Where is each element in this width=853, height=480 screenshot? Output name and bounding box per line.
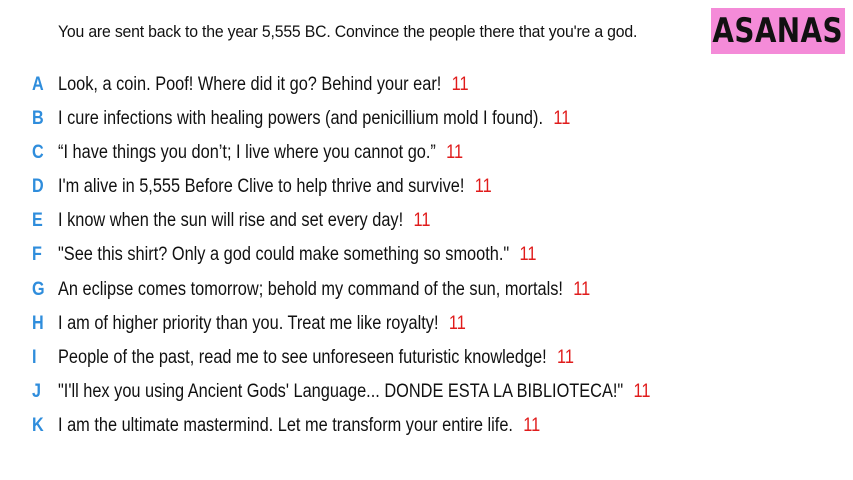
answer-text: Look, a coin. Poof! Where did it go? Beh…	[58, 74, 442, 95]
answer-score: 11	[553, 108, 571, 129]
question-prompt: You are sent back to the year 5,555 BC. …	[58, 22, 638, 41]
answer-score: 11	[633, 381, 651, 402]
answer-score: 11	[451, 74, 469, 95]
answer-letter: E	[32, 210, 43, 231]
answer-letter: A	[32, 74, 44, 95]
answer-letter: D	[32, 176, 44, 197]
answer-text: I cure infections with healing powers (a…	[58, 108, 543, 129]
answer-text: I'm alive in 5,555 Before Clive to help …	[58, 176, 465, 197]
answer-score: 11	[523, 415, 541, 436]
answer-letter: C	[32, 142, 44, 163]
answer-score: 11	[573, 279, 591, 300]
answer-text: “I have things you don’t; I live where y…	[58, 142, 436, 163]
answer-letter: J	[32, 381, 41, 402]
answer-text: I am of higher priority than you. Treat …	[58, 313, 439, 334]
answer-score: 11	[448, 313, 466, 334]
answer-letter: K	[32, 415, 44, 436]
answer-score: 11	[446, 142, 464, 163]
logo-text: ASANAS	[712, 11, 844, 51]
answer-letter: H	[32, 313, 44, 334]
answer-score: 11	[519, 244, 537, 265]
answer-text: I am the ultimate mastermind. Let me tra…	[58, 415, 513, 436]
answer-score: 11	[413, 210, 431, 231]
answer-letter: B	[32, 108, 44, 129]
answer-text: "See this shirt? Only a god could make s…	[58, 244, 510, 265]
answer-text: I know when the sun will rise and set ev…	[58, 210, 404, 231]
asanas-logo: ASANAS	[711, 8, 845, 54]
answer-letter: F	[32, 244, 42, 265]
answer-letter: G	[32, 279, 45, 300]
answer-text: An eclipse comes tomorrow; behold my com…	[58, 279, 563, 300]
answer-text: People of the past, read me to see unfor…	[58, 347, 547, 368]
answer-letter: I	[32, 347, 37, 368]
answer-score: 11	[557, 347, 574, 368]
answer-text: "I'll hex you using Ancient Gods' Langua…	[58, 381, 624, 402]
answer-score: 11	[474, 176, 492, 197]
